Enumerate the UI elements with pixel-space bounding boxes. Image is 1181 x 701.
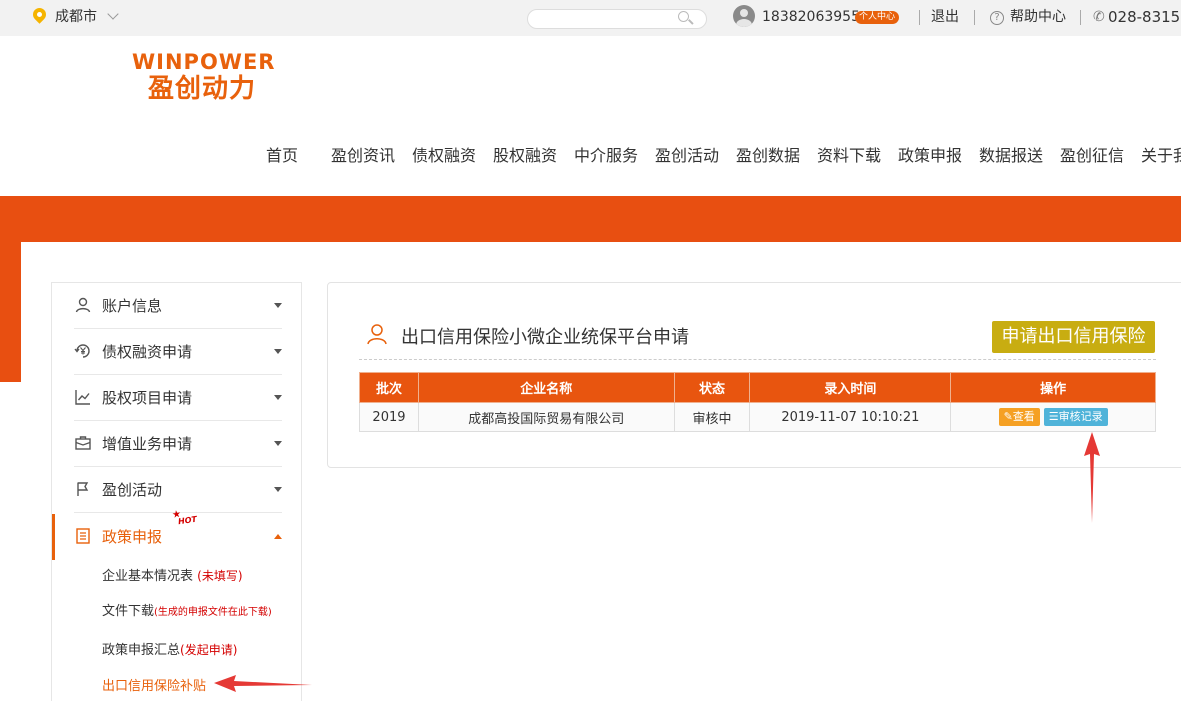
avatar[interactable] <box>733 5 755 27</box>
sidebar-item-equity-application[interactable]: 股权项目申请 <box>74 375 282 421</box>
divider <box>919 10 920 25</box>
cell-status: 审核中 <box>673 402 751 432</box>
sidebar-item-value-added[interactable]: 增值业务申请 <box>74 421 282 467</box>
sidebar-item-label: 股权项目申请 <box>102 389 193 407</box>
subitem-export-credit-subsidy[interactable]: 出口信用保险补贴 <box>102 678 206 696</box>
column-header-batch: 批次 <box>359 372 419 403</box>
subitem-note: (未填写) <box>197 569 243 583</box>
sidebar-item-label: 账户信息 <box>102 297 163 315</box>
caret-down-icon <box>274 349 282 354</box>
subitem-file-download[interactable]: 文件下载(生成的申报文件在此下载) <box>102 603 272 622</box>
sidebar-item-label: 债权融资申请 <box>102 343 193 361</box>
nav-item-about[interactable]: 关于我 <box>1141 144 1181 168</box>
divider <box>1080 10 1081 25</box>
nav-item-equity-financing[interactable]: 股权融资 <box>493 144 557 168</box>
page: 成都市 18382063955 个人中心 退出 ? 帮助中心 ✆ 028-831… <box>0 0 1181 701</box>
caret-down-icon <box>274 395 282 400</box>
title-divider <box>359 359 1156 360</box>
cell-company: 成都高投国际贸易有限公司 <box>417 402 675 432</box>
hotline: 028-8315- <box>1108 8 1181 26</box>
flag-icon <box>77 482 89 496</box>
column-header-status: 状态 <box>673 372 751 403</box>
page-title: 出口信用保险小微企业统保平台申请 <box>401 327 689 348</box>
subitem-note: (生成的申报文件在此下载) <box>154 607 272 618</box>
sidebar-item-account[interactable]: 账户信息 <box>74 283 282 329</box>
nav-item-data-report[interactable]: 数据报送 <box>979 144 1043 168</box>
column-header-company: 企业名称 <box>417 372 675 403</box>
help-icon[interactable]: ? <box>990 11 1004 25</box>
caret-down-icon <box>274 441 282 446</box>
nav-item-downloads[interactable]: 资料下载 <box>817 144 881 168</box>
phone-icon: ✆ <box>1093 9 1105 25</box>
review-log-button[interactable]: ☰审核记录 <box>1043 408 1108 426</box>
subitem-note: (发起申请) <box>180 643 238 657</box>
nav-item-data[interactable]: 盈创数据 <box>736 144 800 168</box>
apply-export-insurance-button[interactable]: 申请出口信用保险 <box>992 321 1155 353</box>
cell-actions: ✎查看 ☰审核记录 <box>950 402 1156 432</box>
sidebar-item-debt-application[interactable]: 债权融资申请 <box>74 329 282 375</box>
nav-item-agency-services[interactable]: 中介服务 <box>574 144 638 168</box>
subitem-label: 政策申报汇总 <box>102 643 181 658</box>
logo-english[interactable]: WINPOWER <box>132 50 275 74</box>
nav-item-events[interactable]: 盈创活动 <box>655 144 719 168</box>
column-header-time: 录入时间 <box>749 372 952 403</box>
view-button[interactable]: ✎查看 <box>998 408 1040 426</box>
table-row: 2019 成都高投国际贸易有限公司 审核中 2019-11-07 10:10:2… <box>359 402 1156 432</box>
cell-time: 2019-11-07 10:10:21 <box>749 402 952 432</box>
active-indicator <box>52 514 55 560</box>
caret-up-icon <box>274 534 282 539</box>
sidebar-item-label: 增值业务申请 <box>102 435 193 453</box>
subitem-label: 出口信用保险补贴 <box>102 679 207 694</box>
yen-cycle-icon <box>74 344 90 358</box>
caret-down-icon <box>274 487 282 492</box>
edit-icon: ✎ <box>1003 410 1013 423</box>
divider <box>974 10 975 25</box>
sidebar-item-events[interactable]: 盈创活动 <box>74 467 282 513</box>
view-label: 查看 <box>1012 410 1035 423</box>
sidebar-item-label: 盈创活动 <box>102 481 163 499</box>
list-icon: ☰ <box>1048 410 1059 423</box>
user-phone[interactable]: 18382063955 <box>762 0 860 36</box>
annotation-arrow-left <box>214 675 312 692</box>
column-header-actions: 操作 <box>950 372 1156 403</box>
sidebar: 账户信息 债权融资申请 股权项目申请 增值业务申请 盈创活动 政策申报 <box>51 282 302 701</box>
subitem-label: 文件下载 <box>102 604 155 619</box>
table-header-row: 批次 企业名称 状态 录入时间 操作 <box>359 372 1156 403</box>
user-center-badge[interactable]: 个人中心 <box>855 11 900 24</box>
nav-item-news[interactable]: 盈创资讯 <box>331 144 395 168</box>
review-log-label: 审核记录 <box>1058 410 1103 423</box>
application-table: 批次 企业名称 状态 录入时间 操作 2019 成都高投国际贸易有限公司 审核中… <box>359 372 1156 432</box>
document-icon <box>76 528 90 544</box>
line-chart-icon <box>75 390 90 405</box>
annotation-arrow-up <box>1084 432 1100 523</box>
banner-band-side <box>0 242 21 382</box>
city-selector[interactable]: 成都市 <box>55 0 97 36</box>
subitem-policy-summary[interactable]: 政策申报汇总(发起申请) <box>102 641 237 660</box>
cell-batch: 2019 <box>359 402 419 432</box>
caret-down-icon <box>274 303 282 308</box>
briefcase-icon <box>75 436 91 450</box>
logo-chinese[interactable]: 盈创动力 <box>148 74 256 104</box>
nav-item-policy[interactable]: 政策申报 <box>898 144 962 168</box>
subitem-company-basic-info[interactable]: 企业基本情况表 (未填写) <box>102 567 243 586</box>
user-outline-icon <box>367 324 387 345</box>
help-center-link[interactable]: 帮助中心 <box>1010 0 1066 36</box>
nav-item-debt-financing[interactable]: 债权融资 <box>412 144 476 168</box>
user-icon <box>75 297 91 313</box>
logout-link[interactable]: 退出 <box>931 0 959 36</box>
subitem-label: 企业基本情况表 <box>102 569 194 584</box>
sidebar-item-label: 政策申报 <box>102 528 163 546</box>
nav-item-credit[interactable]: 盈创征信 <box>1060 144 1124 168</box>
banner-band <box>0 196 1181 242</box>
search-icon[interactable] <box>678 11 689 22</box>
nav-item-home[interactable]: 首页 <box>266 144 298 168</box>
